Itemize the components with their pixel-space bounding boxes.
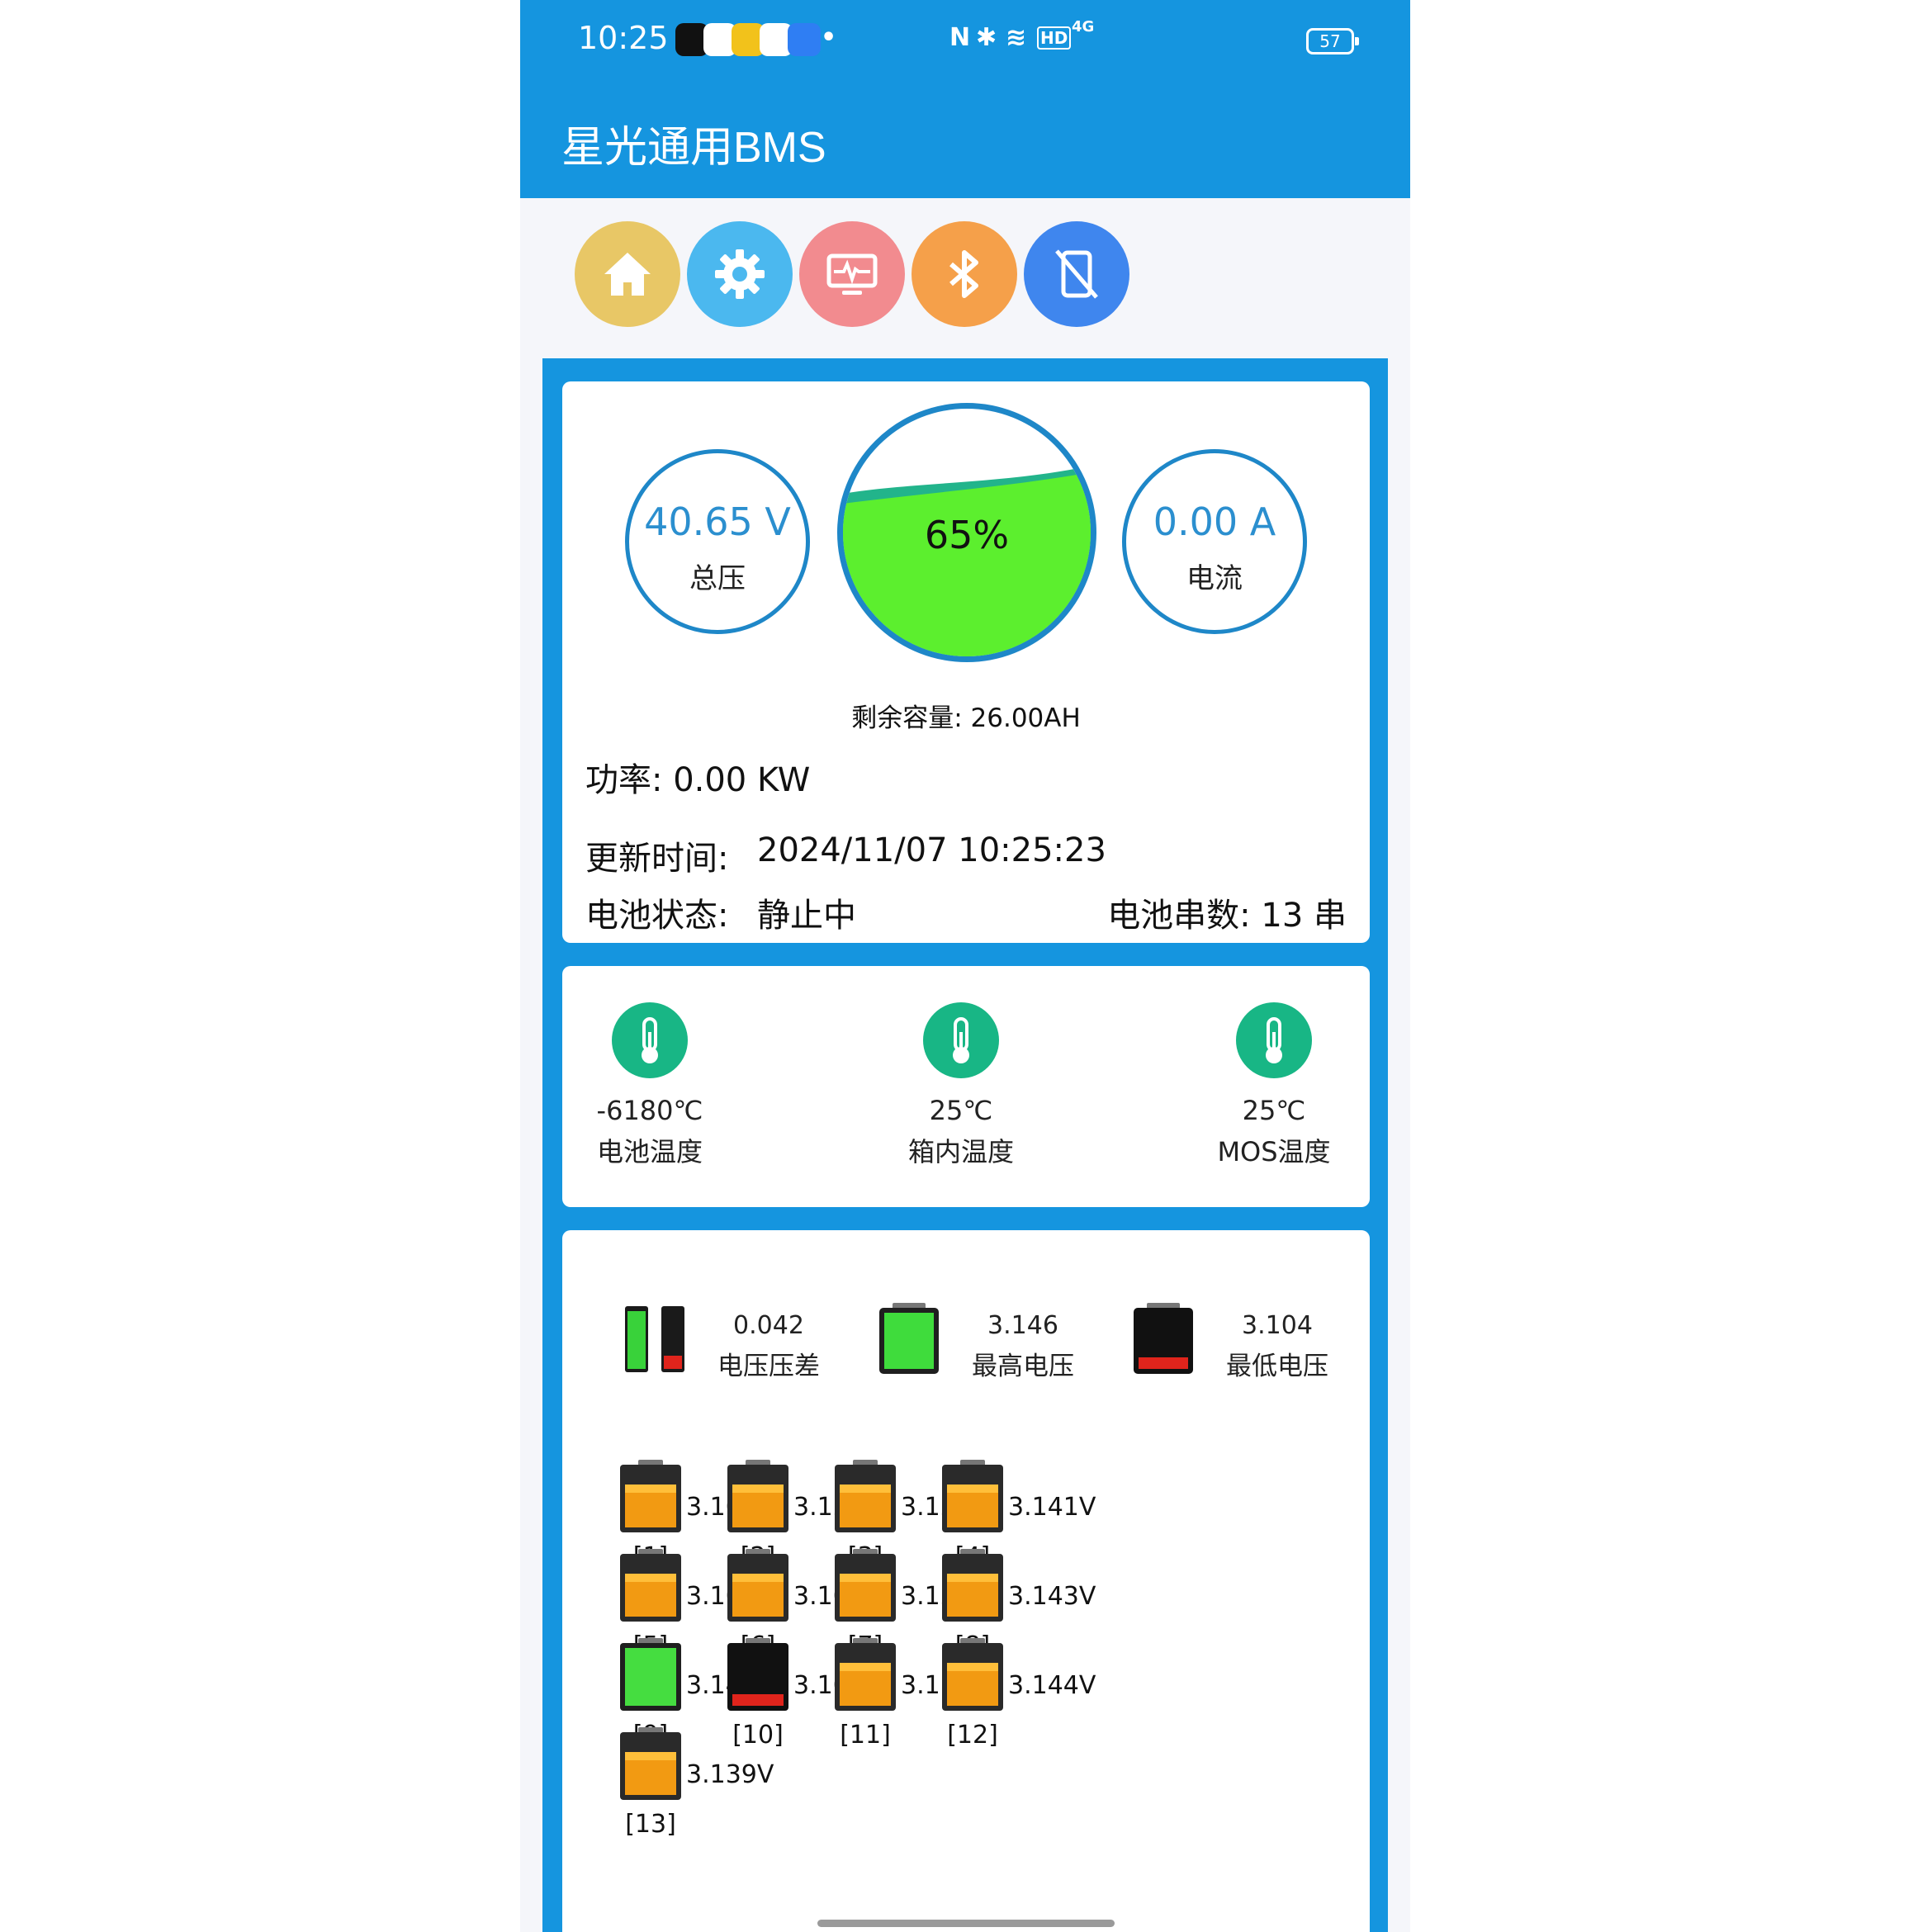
battery-status-label: 电池状态: [585, 897, 729, 935]
remaining-capacity: 剩余容量: 26.00AH [851, 703, 1081, 733]
current-label: 电流 [1186, 562, 1243, 595]
cell-voltage: 3.143V [1008, 1582, 1096, 1611]
soc-percent: 65% [924, 513, 1010, 557]
thermometer-icon [923, 1002, 999, 1078]
battery-summary-card: 40.65 V 总压 65% 0.00 A 电流 剩余容量: 26.00AH 功… [562, 381, 1370, 943]
home-indicator[interactable] [817, 1920, 1115, 1927]
battery-cell-icon [620, 1727, 681, 1800]
device-button[interactable] [1024, 221, 1129, 327]
cell-index: [13] [625, 1810, 676, 1839]
min-voltage-label: 最低电压 [1226, 1352, 1328, 1381]
cell-index: [11] [840, 1721, 891, 1750]
temperature-card: -6180℃ 电池温度 25℃ 箱内温度 25℃ MOS温度 [562, 966, 1370, 1207]
battery-cell-icon [620, 1460, 681, 1532]
full-battery-icon [620, 1638, 681, 1711]
wifi-icon: ≋ [1006, 23, 1027, 52]
total-voltage-value: 40.65 V [644, 500, 791, 544]
nfc-icon: N [949, 23, 971, 52]
phone-screen: 10:25 • N ✱ ≋ HD 4G 57 星光通用BMS 40.65 V 总… [520, 0, 1410, 1932]
cell-tile: 3.139V [13] [615, 1726, 774, 1849]
series-count: 电池串数: 13 串 [1107, 897, 1347, 935]
bluetooth-icon [949, 250, 978, 298]
signal-icon: 4G [1072, 18, 1095, 36]
app3-notification-icon [788, 23, 821, 56]
cells-card: 0.042 电压压差 3.146 最高电压 3.104 最低电压 3.141V … [562, 1230, 1370, 1932]
thermometer-icon [1236, 1002, 1312, 1078]
voltage-diff-icon [625, 1306, 684, 1372]
battery-status-value: 静止中 [757, 897, 856, 935]
battery-cell-icon [835, 1638, 896, 1711]
voltage-gauge: 40.65 V 总压 [625, 449, 810, 634]
home-button[interactable] [575, 221, 680, 327]
total-voltage-label: 总压 [689, 562, 746, 595]
cell-tile: 3.144V [12] [937, 1636, 1096, 1760]
cell-voltage: 3.144V [1008, 1671, 1096, 1700]
current-gauge: 0.00 A 电流 [1122, 449, 1307, 634]
battery-temp-label: 电池温度 [596, 1136, 703, 1167]
cell-voltage: 3.141V [1008, 1493, 1096, 1522]
monitor-button[interactable] [799, 221, 905, 327]
low-battery-icon [727, 1638, 788, 1711]
home-icon [604, 253, 651, 296]
soc-gauge: 65% [837, 403, 1096, 662]
monitor-icon [826, 253, 878, 295]
battery-cell-icon [942, 1638, 1003, 1711]
status-clock: 10:25 [578, 20, 669, 56]
voltage-diff-value: 0.042 [733, 1311, 804, 1340]
low-battery-icon [1134, 1303, 1193, 1374]
current-value: 0.00 A [1153, 500, 1276, 544]
box-temp-label: 箱内温度 [907, 1136, 1014, 1167]
battery-temperature: -6180℃ 电池温度 [551, 1002, 749, 1169]
status-bar: 10:25 • N ✱ ≋ HD 4G 57 [520, 0, 1410, 79]
mos-temp-value: 25℃ [1242, 1095, 1306, 1126]
main-panel: 40.65 V 总压 65% 0.00 A 电流 剩余容量: 26.00AH 功… [542, 358, 1388, 1932]
battery-cell-icon [620, 1549, 681, 1622]
thermometer-icon [612, 1002, 688, 1078]
min-voltage-value: 3.104 [1242, 1311, 1313, 1340]
battery-status-icon: 57 [1306, 28, 1359, 54]
gear-icon [715, 249, 765, 299]
update-time-label: 更新时间: [585, 840, 729, 878]
battery-cell-icon [727, 1549, 788, 1622]
app-bar: 星光通用BMS [520, 79, 1410, 198]
battery-cell-icon [835, 1549, 896, 1622]
battery-cell-icon [942, 1460, 1003, 1532]
max-voltage-label: 最高电压 [972, 1352, 1074, 1381]
app-title: 星光通用BMS [561, 124, 826, 172]
mos-temperature: 25℃ MOS温度 [1175, 1002, 1373, 1169]
power-text: 功率: 0.00 KW [585, 761, 811, 799]
bluetooth-status-icon: ✱ [976, 23, 997, 52]
max-voltage-value: 3.146 [987, 1311, 1058, 1340]
phone-off-icon [1055, 249, 1098, 299]
more-notifications-dot-icon: • [821, 23, 837, 52]
battery-cell-icon [942, 1549, 1003, 1622]
update-time-value: 2024/11/07 10:25:23 [757, 831, 1106, 869]
mos-temp-label: MOS温度 [1217, 1136, 1331, 1167]
full-battery-icon [879, 1303, 939, 1374]
box-temperature: 25℃ 箱内温度 [862, 1002, 1060, 1169]
voltage-diff-label: 电压压差 [717, 1352, 820, 1381]
cell-voltage: 3.139V [686, 1760, 774, 1789]
hd-icon: HD [1037, 26, 1072, 50]
battery-cell-icon [835, 1460, 896, 1532]
settings-button[interactable] [687, 221, 793, 327]
bluetooth-button[interactable] [912, 221, 1017, 327]
battery-cell-icon [727, 1460, 788, 1532]
box-temp-value: 25℃ [929, 1095, 993, 1126]
cell-index: [12] [947, 1721, 998, 1750]
battery-temp-value: -6180℃ [596, 1095, 703, 1126]
